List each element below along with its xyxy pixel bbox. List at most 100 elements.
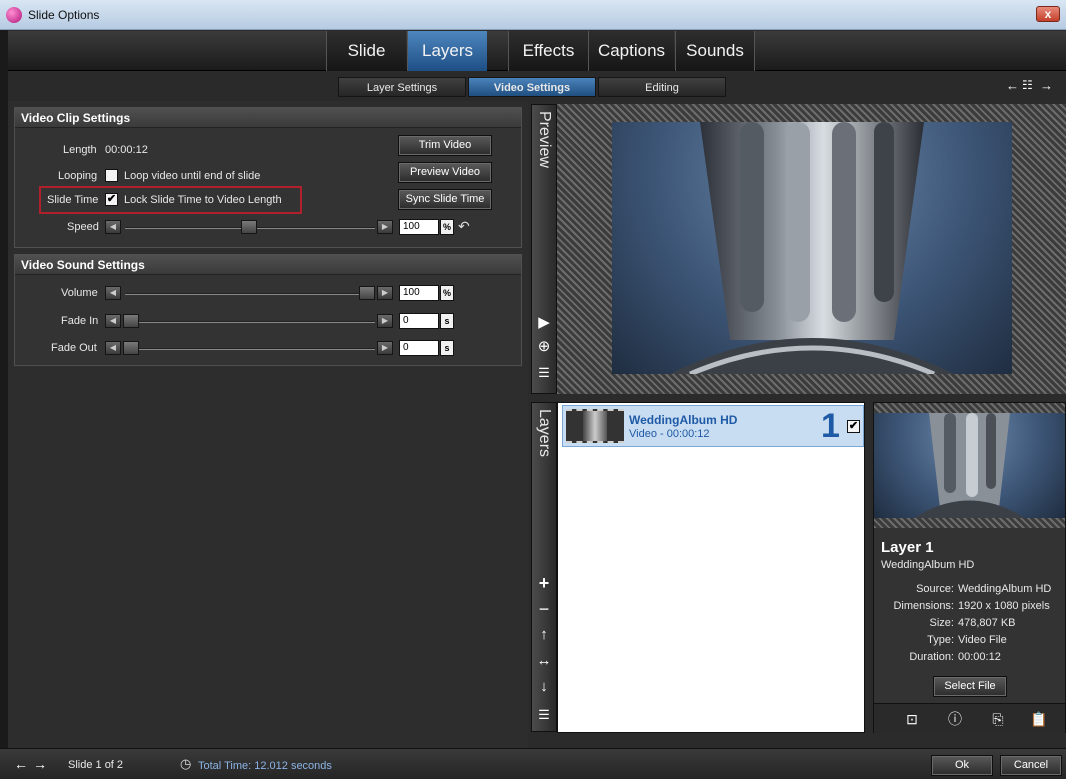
next-slide-icon[interactable]: → bbox=[33, 756, 47, 772]
layers-list: WeddingAlbum HD Video - 00:00:12 1 ✔ bbox=[557, 402, 865, 733]
length-label: Length bbox=[63, 144, 97, 156]
total-time: Total Time: 12.012 seconds bbox=[198, 760, 332, 772]
fade-out-slider-thumb[interactable] bbox=[123, 341, 139, 355]
video-clip-panel: Video Clip Settings Length 00:00:12 Loop… bbox=[14, 107, 522, 248]
fade-out-increase-button[interactable]: ▶ bbox=[377, 341, 393, 355]
select-file-button[interactable]: Select File bbox=[933, 676, 1007, 697]
preview-video-button[interactable]: Preview Video bbox=[398, 162, 492, 183]
next-layer-icon[interactable]: → bbox=[1040, 78, 1053, 93]
layer-thumbnail bbox=[566, 409, 624, 443]
volume-label: Volume bbox=[61, 287, 98, 299]
close-button[interactable]: x bbox=[1036, 6, 1060, 22]
add-layer-icon[interactable]: + bbox=[534, 573, 554, 593]
volume-slider-track[interactable] bbox=[125, 293, 375, 295]
flip-layer-icon[interactable]: ↔ bbox=[534, 651, 554, 671]
preview-strip-label: Preview bbox=[536, 111, 553, 168]
window-title: Slide Options bbox=[28, 8, 100, 22]
fade-out-label: Fade Out bbox=[51, 342, 97, 354]
speed-slider-thumb[interactable] bbox=[241, 220, 257, 234]
layers-strip-label: Layers bbox=[536, 409, 553, 458]
fade-in-slider-thumb[interactable] bbox=[123, 314, 139, 328]
loop-video-checkbox[interactable] bbox=[105, 169, 118, 182]
previous-layer-icon[interactable]: ← bbox=[1006, 78, 1019, 93]
length-value: 00:00:12 bbox=[105, 144, 148, 156]
speed-label: Speed bbox=[67, 221, 99, 233]
preview-options-icon[interactable]: ☰ bbox=[534, 363, 554, 383]
source-label: Source: bbox=[916, 583, 954, 595]
speed-increase-button[interactable]: ▶ bbox=[377, 220, 393, 234]
ok-button[interactable]: Ok bbox=[931, 755, 993, 776]
copy-layer-icon[interactable]: ⎘ bbox=[988, 709, 1008, 729]
fade-out-input[interactable]: 0 bbox=[399, 340, 439, 356]
type-value: Video File bbox=[958, 634, 1007, 646]
app-icon bbox=[6, 7, 22, 23]
fade-in-increase-button[interactable]: ▶ bbox=[377, 314, 393, 328]
sub-tab-bar: Layer Settings Video Settings Editing ← … bbox=[8, 73, 1066, 101]
fade-out-slider-track[interactable] bbox=[125, 348, 375, 350]
tab-effects[interactable]: Effects bbox=[508, 31, 588, 71]
layer-name: WeddingAlbum HD bbox=[629, 413, 738, 427]
dimensions-value: 1920 x 1080 pixels bbox=[958, 600, 1050, 612]
trim-video-button[interactable]: Trim Video bbox=[398, 135, 492, 156]
preview-canvas[interactable] bbox=[557, 104, 1066, 394]
fade-in-decrease-button[interactable]: ◀ bbox=[105, 314, 121, 328]
window-edge bbox=[0, 30, 8, 748]
slide-time-label: Slide Time bbox=[47, 194, 99, 206]
video-sound-panel-title: Video Sound Settings bbox=[15, 255, 521, 275]
volume-slider-thumb[interactable] bbox=[359, 286, 375, 300]
tab-captions[interactable]: Captions bbox=[588, 31, 674, 71]
volume-input[interactable]: 100 bbox=[399, 285, 439, 301]
fade-in-input[interactable]: 0 bbox=[399, 313, 439, 329]
preview-object-graphic bbox=[670, 122, 954, 374]
clock-icon: ◷ bbox=[180, 756, 192, 771]
fade-out-unit: s bbox=[440, 340, 454, 356]
list-item[interactable]: WeddingAlbum HD Video - 00:00:12 1 ✔ bbox=[562, 405, 864, 447]
speed-decrease-button[interactable]: ◀ bbox=[105, 220, 121, 234]
tab-layer-settings[interactable]: Layer Settings bbox=[338, 77, 466, 97]
type-label: Type: bbox=[927, 634, 954, 646]
source-value: WeddingAlbum HD bbox=[958, 583, 1052, 595]
tab-slide[interactable]: Slide bbox=[326, 31, 406, 71]
tab-layers[interactable]: Layers bbox=[407, 31, 487, 71]
copy-settings-icon[interactable]: ☷ bbox=[1022, 78, 1033, 92]
remove-layer-icon[interactable]: − bbox=[534, 599, 554, 619]
tab-video-settings[interactable]: Video Settings bbox=[468, 77, 596, 97]
fade-in-label: Fade In bbox=[61, 315, 99, 327]
layer-visible-checkbox[interactable]: ✔ bbox=[847, 420, 860, 433]
duration-value: 00:00:12 bbox=[958, 651, 1001, 663]
layer-thumbnail-graphic bbox=[583, 411, 607, 441]
zoom-icon[interactable]: ⊕ bbox=[534, 337, 554, 357]
reset-speed-icon[interactable]: ↶ bbox=[458, 218, 470, 235]
lock-slide-time-checkbox[interactable]: ✔ bbox=[105, 193, 118, 206]
previous-slide-icon[interactable]: ← bbox=[14, 756, 28, 772]
tab-sounds[interactable]: Sounds bbox=[675, 31, 755, 71]
main-tab-bar: Slide Layers Effects Captions Sounds bbox=[8, 31, 1066, 71]
layer-info-panel: Layer 1 WeddingAlbum HD Source: WeddingA… bbox=[873, 402, 1066, 733]
layer-info-title: Layer 1 bbox=[881, 539, 934, 556]
move-layer-up-icon[interactable]: ↑ bbox=[534, 625, 554, 645]
lock-slide-time-checkbox-label[interactable]: Lock Slide Time to Video Length bbox=[124, 194, 282, 206]
fade-in-unit: s bbox=[440, 313, 454, 329]
looping-label: Looping bbox=[58, 170, 98, 182]
layers-strip: Layers + − ↑ ↔ ↓ ☰ bbox=[531, 402, 557, 732]
loop-video-checkbox-label[interactable]: Loop video until end of slide bbox=[124, 170, 260, 182]
volume-increase-button[interactable]: ▶ bbox=[377, 286, 393, 300]
speed-input[interactable]: 100 bbox=[399, 219, 439, 235]
preview-image bbox=[612, 122, 1012, 374]
layer-properties-icon[interactable]: ⓘ bbox=[945, 709, 965, 729]
play-icon[interactable]: ▶ bbox=[534, 313, 554, 333]
speed-unit: % bbox=[440, 219, 454, 235]
volume-decrease-button[interactable]: ◀ bbox=[105, 286, 121, 300]
move-layer-down-icon[interactable]: ↓ bbox=[534, 677, 554, 697]
cancel-button[interactable]: Cancel bbox=[1000, 755, 1062, 776]
edit-layer-icon[interactable]: ⊡ bbox=[902, 709, 922, 729]
layer-subtitle: Video - 00:00:12 bbox=[629, 428, 710, 440]
fade-out-decrease-button[interactable]: ◀ bbox=[105, 341, 121, 355]
paste-layer-icon[interactable]: 📋 bbox=[1029, 709, 1049, 729]
fade-in-slider-track[interactable] bbox=[125, 321, 375, 323]
sync-slide-time-button[interactable]: Sync Slide Time bbox=[398, 189, 492, 210]
layer-options-icon[interactable]: ☰ bbox=[534, 705, 554, 725]
preview-strip: Preview ▶ ⊕ ☰ bbox=[531, 104, 557, 394]
tab-editing[interactable]: Editing bbox=[598, 77, 726, 97]
layer-preview-graphic bbox=[914, 413, 1025, 518]
